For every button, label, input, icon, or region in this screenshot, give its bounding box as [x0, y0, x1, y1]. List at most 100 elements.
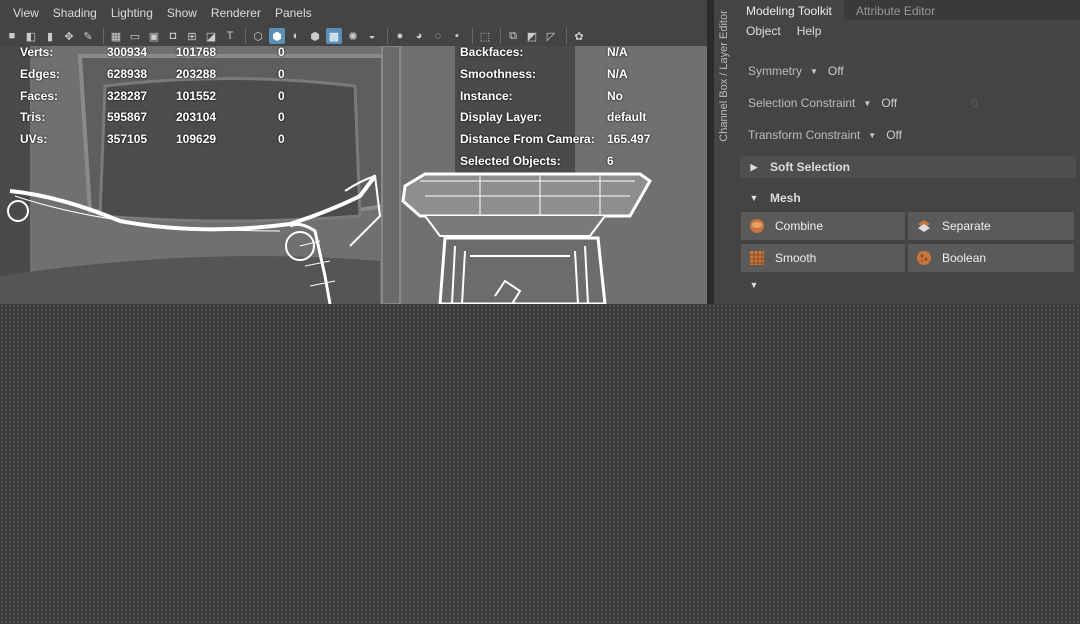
gate-mask-icon[interactable]: ◘	[165, 28, 181, 44]
hud-selected-objects-value: 6	[607, 154, 614, 168]
hud-display-layer-value: default	[607, 110, 647, 124]
smooth-shade-icon[interactable]: ⬢	[269, 28, 285, 44]
panel-splitter[interactable]	[707, 0, 714, 304]
panel-menubar: Object Help	[734, 20, 1080, 44]
resolution-gate-icon[interactable]: ▣	[146, 28, 162, 44]
selection-constraint-row[interactable]: Selection Constraint ▼ Off 0	[748, 96, 978, 110]
symmetry-value[interactable]: Off	[828, 64, 844, 78]
hud-verts-selected: 101768	[176, 45, 217, 59]
safe-title-icon[interactable]: T	[222, 28, 238, 44]
symmetry-label: Symmetry	[748, 64, 802, 78]
selection-constraint-label: Selection Constraint	[748, 96, 856, 110]
tab-modeling-toolkit[interactable]: Modeling Toolkit	[734, 0, 844, 20]
camera-attributes-icon[interactable]: ◧	[23, 28, 39, 44]
menu-show[interactable]: Show	[160, 6, 204, 20]
hud-faces-tri: 0	[278, 89, 285, 103]
hud-uvs-selected: 109629	[176, 132, 217, 146]
hud-tris-total: 595867	[107, 110, 148, 124]
shadows-icon[interactable]: ◒	[364, 28, 380, 44]
depth-of-field-icon[interactable]: ▪	[449, 28, 465, 44]
selection-constraint-amount[interactable]: 0	[971, 96, 978, 110]
grid-icon[interactable]: ▦	[108, 28, 124, 44]
expand-arrow-icon: ▶	[750, 161, 758, 172]
hud-uvs-total: 357105	[107, 132, 148, 146]
hud-uvs-tri: 0	[278, 132, 285, 146]
hud-display-layer-label: Display Layer:	[460, 110, 543, 124]
isolate-select-icon[interactable]: ⬚	[477, 28, 493, 44]
hud-verts-total: 300934	[107, 45, 148, 59]
mesh-label: Mesh	[770, 191, 801, 205]
dropdown-caret-icon[interactable]: ▼	[863, 99, 871, 108]
textured-icon[interactable]: ▩	[326, 28, 342, 44]
tab-attribute-editor[interactable]: Attribute Editor	[844, 0, 947, 20]
smooth-button[interactable]: Smooth	[741, 244, 905, 272]
anti-aliasing-icon[interactable]: ◌	[430, 28, 446, 44]
motion-blur-icon[interactable]: ◕	[411, 28, 427, 44]
safe-action-icon[interactable]: ◪	[203, 28, 219, 44]
separate-button[interactable]: Separate	[908, 212, 1074, 240]
wireframe-icon[interactable]: ⬡	[250, 28, 266, 44]
soft-selection-header[interactable]: ▶ Soft Selection	[740, 156, 1076, 178]
transform-constraint-label: Transform Constraint	[748, 128, 861, 142]
xray-joints-icon[interactable]: ◸	[543, 28, 559, 44]
smooth-icon	[750, 251, 764, 265]
hud-instance-value: No	[607, 89, 623, 103]
dropdown-caret-icon[interactable]: ▼	[868, 131, 876, 140]
hud-edges-tri: 0	[278, 67, 285, 81]
menu-shading[interactable]: Shading	[46, 6, 104, 20]
symmetry-row[interactable]: Symmetry ▼ Off	[748, 64, 844, 78]
mesh-header[interactable]: ▼ Mesh	[740, 187, 1076, 209]
bookmark-icon[interactable]: ▮	[42, 28, 58, 44]
screen-space-ao-icon[interactable]: ●	[392, 28, 408, 44]
menu-help[interactable]: Help	[797, 24, 822, 44]
toolbar-divider	[103, 28, 104, 44]
field-chart-icon[interactable]: ⊞	[184, 28, 200, 44]
collapse-arrow-icon: ▼	[749, 193, 759, 203]
hud-tris-tri: 0	[278, 110, 285, 124]
exposure-icon[interactable]: ✿	[571, 28, 587, 44]
menu-panels[interactable]: Panels	[268, 6, 319, 20]
toolbar-divider	[245, 28, 246, 44]
viewport-panel[interactable]: View Shading Lighting Show Renderer Pane…	[0, 0, 707, 304]
menu-view[interactable]: View	[6, 6, 46, 20]
toolbar-divider	[566, 28, 567, 44]
lights-icon[interactable]: ✺	[345, 28, 361, 44]
xray-icon[interactable]: ⧉	[505, 28, 521, 44]
hud-distance-value: 165.497	[607, 132, 651, 146]
combine-button[interactable]: Combine	[741, 212, 905, 240]
pen-icon[interactable]: ✎	[80, 28, 96, 44]
camera-icon[interactable]: ■	[4, 28, 20, 44]
hud-verts-tri: 0	[278, 45, 285, 59]
boolean-button[interactable]: Boolean	[908, 244, 1074, 272]
hud-edges-label: Edges:	[20, 67, 61, 81]
viewport-menubar: View Shading Lighting Show Renderer Pane…	[0, 0, 707, 26]
channel-box-tab[interactable]: Channel Box / Layer Editor	[714, 0, 734, 304]
hud-edges-selected: 203288	[176, 67, 217, 81]
menu-renderer[interactable]: Renderer	[204, 6, 268, 20]
hud-smoothness-value: N/A	[607, 67, 628, 81]
next-section-header[interactable]: ▼	[740, 280, 1076, 290]
dropdown-caret-icon[interactable]: ▼	[810, 67, 818, 76]
hud-edges-total: 628938	[107, 67, 148, 81]
hud-uvs-label: UVs:	[20, 132, 48, 146]
combine-label: Combine	[775, 219, 824, 233]
default-material-icon[interactable]: ◐	[288, 28, 304, 44]
wireframe-on-shaded-icon[interactable]: ⬢	[307, 28, 323, 44]
hud-backfaces-value: N/A	[607, 45, 628, 59]
hud-selected-objects-label: Selected Objects:	[460, 154, 561, 168]
scene-view[interactable]	[0, 46, 707, 304]
hud-backfaces-label: Backfaces:	[460, 45, 524, 59]
separate-label: Separate	[942, 219, 991, 233]
xray-active-icon[interactable]: ◩	[524, 28, 540, 44]
film-gate-icon[interactable]: ▭	[127, 28, 143, 44]
image-plane-icon[interactable]: ✥	[61, 28, 77, 44]
menu-lighting[interactable]: Lighting	[104, 6, 160, 20]
transform-constraint-row[interactable]: Transform Constraint ▼ Off	[748, 128, 902, 142]
transform-constraint-value[interactable]: Off	[886, 128, 902, 142]
menu-object[interactable]: Object	[746, 24, 781, 44]
hud-tris-selected: 203104	[176, 110, 217, 124]
selection-constraint-value[interactable]: Off	[881, 96, 897, 110]
panel-body: Symmetry ▼ Off Selection Constraint ▼ Of…	[734, 50, 1080, 304]
boolean-icon	[917, 251, 931, 265]
hud-smoothness-label: Smoothness:	[460, 67, 537, 81]
